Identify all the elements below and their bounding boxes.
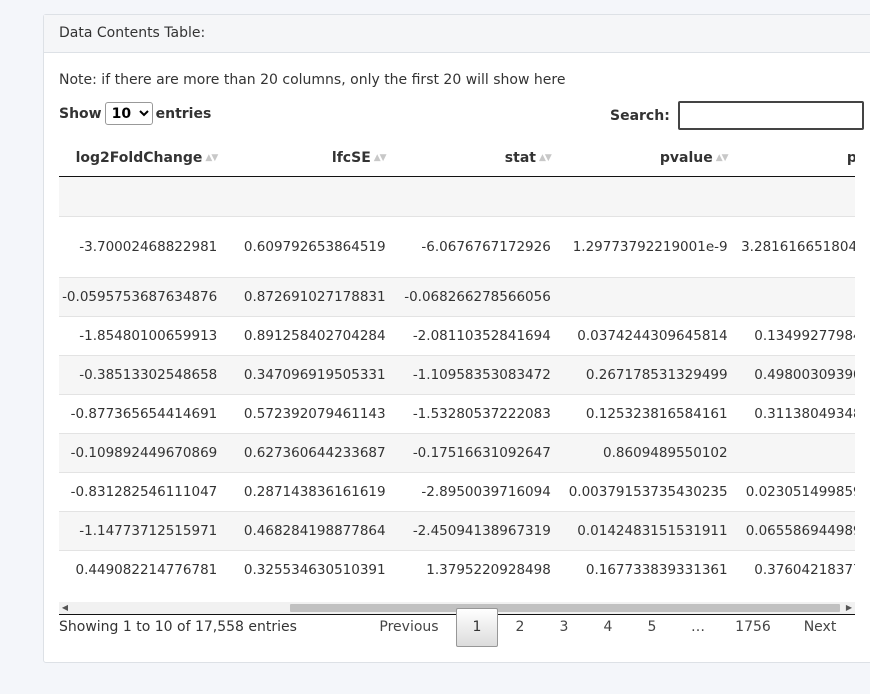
table-cell (735, 433, 855, 473)
entries-label: entries (155, 105, 212, 122)
table-cell: -2.45094138967319 (393, 511, 559, 551)
table-cell (735, 176, 855, 217)
table-cell (59, 176, 226, 217)
pagination-ellipsis: … (691, 619, 705, 635)
table-cell: -2.08110352841694 (393, 316, 559, 356)
column-header-padj[interactable]: padj▲▼ (735, 139, 855, 177)
table-cell: 0.311380493488354 (735, 394, 855, 434)
table-cell: -0.0595753687634876 (59, 277, 226, 317)
table-row: -1.14773712515971 0.468284198877864 -2.4… (59, 511, 855, 551)
data-table: log2FoldChange ▲▼ lfcSE ▲▼ stat ▲▼ pvalue ▲▼… (59, 139, 855, 590)
table-cell (393, 176, 559, 217)
table-cell: 0.325534630510391 (225, 550, 394, 590)
previous-button[interactable]: Previous (362, 619, 456, 635)
table-cell: 0.468284198877864 (225, 511, 394, 551)
scroll-left-arrow-icon[interactable]: ◀ (59, 602, 71, 614)
table-cell (558, 277, 736, 317)
table-cell: 0.134992779848034 (735, 316, 855, 356)
table-cell: -1.85480100659913 (59, 316, 226, 356)
table-cell: -0.109892449670869 (59, 433, 226, 473)
table-cell: 3.28161665180423e-8 (735, 216, 855, 278)
table-cell: -0.38513302548658 (59, 355, 226, 395)
table-row: -1.85480100659913 0.891258402704284 -2.0… (59, 316, 855, 356)
entries-per-page-select[interactable]: 10 (104, 102, 153, 125)
table-cell: -1.10958353083472 (393, 355, 559, 395)
page-button[interactable]: 2 (498, 619, 542, 635)
table-cell: 0.167733839331361 (558, 550, 736, 590)
panel-heading: Data Contents Table: (44, 15, 870, 53)
table-cell: -1.14773712515971 (59, 511, 226, 551)
page-button[interactable]: 4 (586, 619, 630, 635)
table-row: -0.0595753687634876 0.872691027178831 -0… (59, 277, 855, 317)
table-cell: 0.267178531329499 (558, 355, 736, 395)
table-cell: -3.70002468822981 (59, 216, 226, 278)
table-cell: -0.17516631092647 (393, 433, 559, 473)
page-button[interactable]: 3 (542, 619, 586, 635)
table-cell: 0.872691027178831 (225, 277, 394, 317)
table-header-row: log2FoldChange ▲▼ lfcSE ▲▼ stat ▲▼ pvalue ▲▼… (59, 139, 855, 177)
table-row: -0.109892449670869 0.627360644233687 -0.… (59, 433, 855, 473)
table-cell: 0.0655869449898555 (735, 511, 855, 551)
table-cell: 0.627360644233687 (225, 433, 394, 473)
table-cell: 0.498003093904195 (735, 355, 855, 395)
search-label: Search: (610, 107, 670, 124)
table-cell: 0.347096919505331 (225, 355, 394, 395)
search-input[interactable] (677, 101, 864, 130)
search-control: Search: (610, 101, 864, 130)
sort-both-icon: ▲▼ (373, 152, 387, 163)
page-button[interactable]: 1756 (722, 619, 784, 635)
page-button[interactable]: 5 (630, 619, 674, 635)
table-scroll-area[interactable]: log2FoldChange ▲▼ lfcSE ▲▼ stat ▲▼ pvalue ▲▼… (59, 139, 855, 602)
table-row: -0.877365654414691 0.572392079461143 -1.… (59, 394, 855, 434)
table-cell: 0.125323816584161 (558, 394, 736, 434)
table-cell: -0.831282546111047 (59, 472, 226, 512)
length-control: Show 10 entries (59, 102, 211, 125)
table-cell: -2.8950039716094 (393, 472, 559, 512)
table-cell (225, 176, 394, 217)
table-cell: 0.0142483151531911 (558, 511, 736, 551)
column-header-log2foldchange[interactable]: log2FoldChange ▲▼ (59, 139, 226, 177)
page-button-current[interactable]: 1 (456, 607, 498, 647)
table-cell: -1.53280537222083 (393, 394, 559, 434)
table-cell (558, 176, 736, 217)
table-cell: 0.572392079461143 (225, 394, 394, 434)
column-header-pvalue[interactable]: pvalue ▲▼ (558, 139, 736, 177)
table-row: 0.449082214776781 0.325534630510391 1.37… (59, 550, 855, 590)
table-cell: -6.0676767172926 (393, 216, 559, 278)
table-cell: 0.449082214776781 (59, 550, 226, 590)
next-button[interactable]: Next (784, 619, 856, 635)
table-cell: 1.29773792219001e-9 (558, 216, 736, 278)
table-cell: 0.376042183778756 (735, 550, 855, 590)
columns-note: Note: if there are more than 20 columns,… (59, 72, 566, 88)
table-cell: 0.891258402704284 (225, 316, 394, 356)
table-cell: 0.0374244309645814 (558, 316, 736, 356)
table-cell: 0.287143836161619 (225, 472, 394, 512)
table-cell: 0.8609489550102 (558, 433, 736, 473)
show-label: Show (59, 105, 102, 122)
table-info: Showing 1 to 10 of 17,558 entries (59, 619, 297, 635)
column-header-stat[interactable]: stat ▲▼ (393, 139, 559, 177)
table-cell: 0.00379153735430235 (558, 472, 736, 512)
table-row: -0.831282546111047 0.287143836161619 -2.… (59, 472, 855, 512)
sort-both-icon: ▲▼ (538, 152, 552, 163)
table-row (59, 176, 855, 217)
table-cell: -0.068266278566056 (393, 277, 559, 317)
table-cell (735, 277, 855, 317)
table-cell: 0.609792653864519 (225, 216, 394, 278)
data-contents-panel: Data Contents Table: Note: if there are … (43, 14, 870, 663)
table-row: -3.70002468822981 0.609792653864519 -6.0… (59, 216, 855, 278)
table-cell: 0.0230514998596474 (735, 472, 855, 512)
table-row: -0.38513302548658 0.347096919505331 -1.1… (59, 355, 855, 395)
table-cell: 1.3795220928498 (393, 550, 559, 590)
sort-both-icon: ▲▼ (205, 152, 218, 163)
table-cell: -0.877365654414691 (59, 394, 226, 434)
column-header-lfcse[interactable]: lfcSE ▲▼ (225, 139, 394, 177)
sort-both-icon: ▲▼ (715, 152, 729, 163)
pagination: Previous 1 2 3 4 5 … 1756 Next (362, 607, 856, 647)
